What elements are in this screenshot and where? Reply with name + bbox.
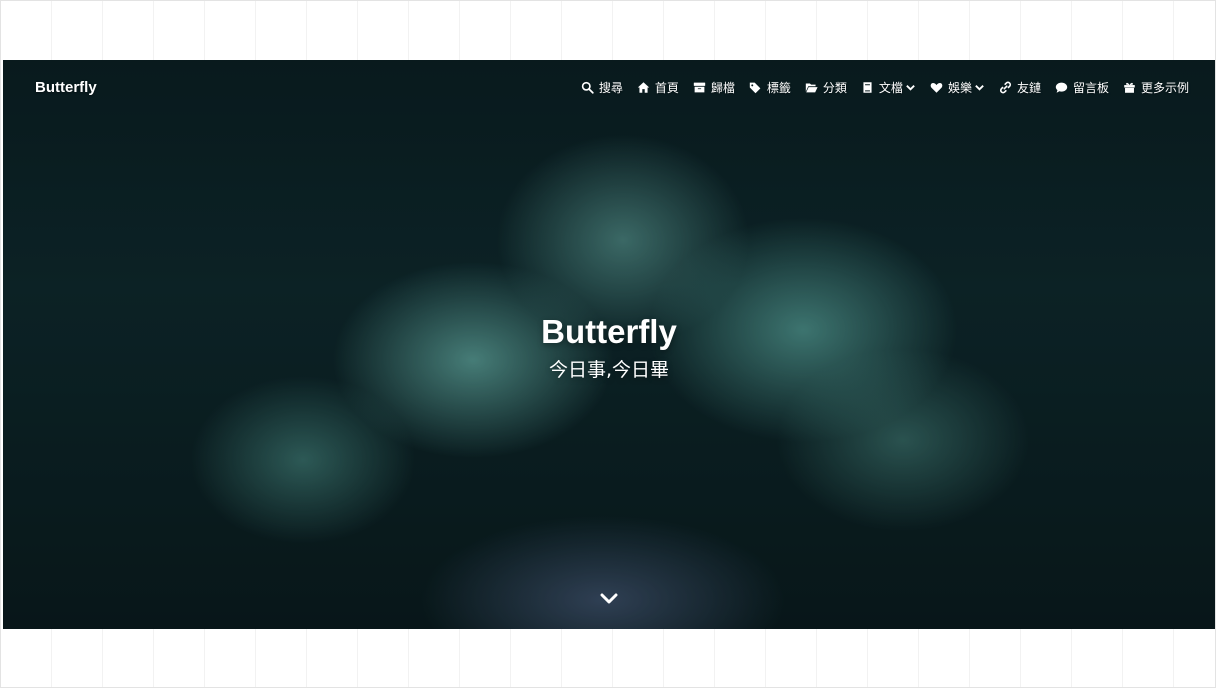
nav-item-more-examples[interactable]: 更多示例 (1123, 79, 1189, 96)
nav-item-label: 歸檔 (710, 80, 735, 95)
nav-item-label: 分類 (822, 80, 847, 95)
nav-item-entertainment[interactable]: 娛樂 (930, 79, 985, 96)
nav-item-label: 文檔 (878, 80, 903, 95)
site-name-link[interactable]: Butterfly (35, 79, 97, 96)
nav-item-tags[interactable]: 標籤 (749, 79, 791, 96)
nav-item-label: 搜尋 (598, 80, 623, 95)
gift-icon (1123, 80, 1137, 94)
nav-item-search[interactable]: 搜尋 (581, 79, 623, 96)
link-icon (999, 80, 1013, 94)
book-icon (861, 80, 875, 94)
site-subtitle: 今日事,今日畢 (548, 359, 670, 381)
comment-icon (1055, 80, 1069, 94)
nav-item-archive[interactable]: 歸檔 (693, 79, 735, 96)
nav-item-label: 更多示例 (1140, 80, 1189, 95)
nav-item-home[interactable]: 首頁 (637, 79, 679, 96)
scroll-down-button[interactable] (597, 590, 621, 610)
tags-icon (749, 80, 763, 94)
chevron-down-icon (905, 82, 916, 93)
nav-item-message-board[interactable]: 留言板 (1055, 79, 1109, 96)
chevron-down-icon (600, 591, 618, 610)
nav-item-label: 娛樂 (947, 80, 972, 95)
nav-menus: 搜尋 首頁 歸檔 標籤 分類 文檔 娛樂 友鏈 留言板 更多示例 (567, 79, 1189, 96)
folder-open-icon (805, 80, 819, 94)
archive-icon (693, 80, 707, 94)
hero-banner: Butterfly 搜尋 首頁 歸檔 標籤 分類 文檔 娛樂 友鏈 留言板 更多… (3, 60, 1215, 629)
nav-item-label: 首頁 (654, 80, 679, 95)
nav-item-friend-links[interactable]: 友鏈 (999, 79, 1041, 96)
nav-item-docs[interactable]: 文檔 (861, 79, 916, 96)
site-title: Butterfly (541, 313, 677, 350)
nav-item-label: 標籤 (766, 80, 791, 95)
heart-icon (930, 80, 944, 94)
search-icon (581, 80, 595, 94)
home-icon (637, 80, 651, 94)
nav-item-label: 友鏈 (1016, 80, 1041, 95)
chevron-down-icon (974, 82, 985, 93)
site-info: Butterfly 今日事,今日畢 (3, 310, 1215, 382)
nav-item-categories[interactable]: 分類 (805, 79, 847, 96)
page: Butterfly 搜尋 首頁 歸檔 標籤 分類 文檔 娛樂 友鏈 留言板 更多… (0, 0, 1216, 688)
navbar: Butterfly 搜尋 首頁 歸檔 標籤 分類 文檔 娛樂 友鏈 留言板 更多… (3, 60, 1215, 114)
nav-item-label: 留言板 (1072, 80, 1109, 95)
